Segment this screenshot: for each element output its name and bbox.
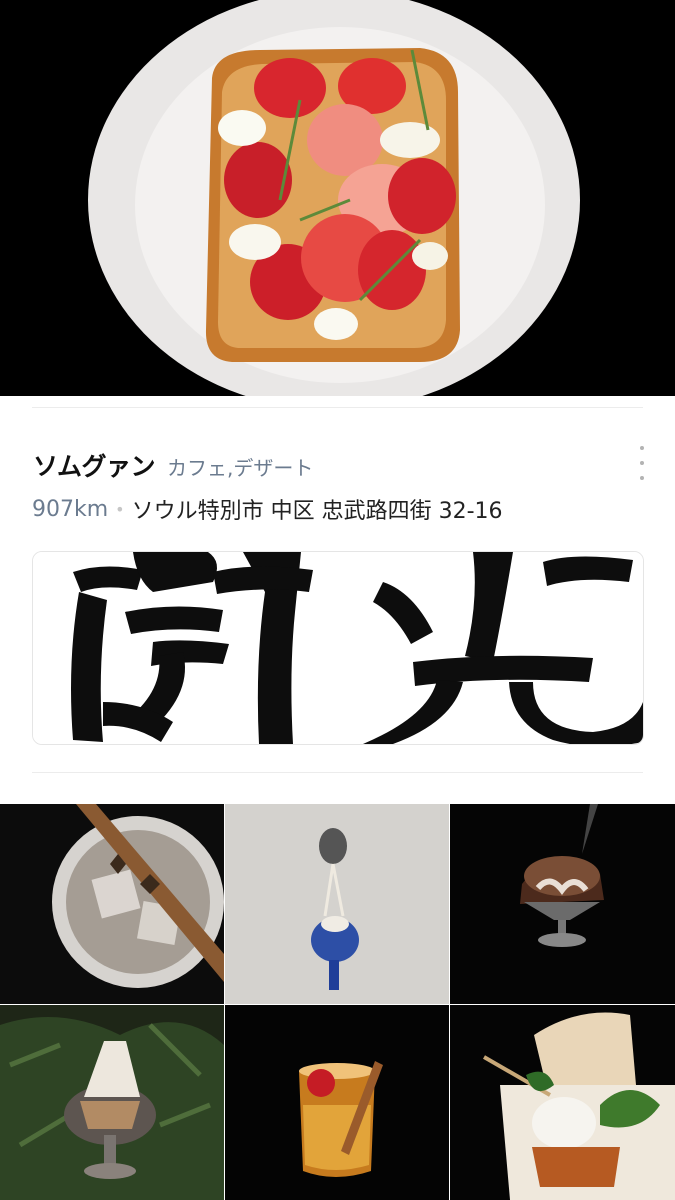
grid-photo-salad-box[interactable]	[450, 1005, 675, 1200]
calligraphy-logo-image	[33, 552, 643, 744]
place-category: カフェ,デザート	[167, 456, 314, 480]
separator	[32, 772, 643, 773]
photo-grid	[0, 804, 675, 1200]
logo-banner[interactable]	[32, 551, 644, 745]
hero-photo[interactable]	[0, 0, 675, 396]
salad-tortilla-box-image	[450, 1005, 675, 1200]
address-text[interactable]: ソウル特別市 中区 忠武路四街 32-16	[132, 493, 503, 525]
place-address-row: 907km • ソウル特別市 中区 忠武路四街 32-16	[32, 493, 503, 525]
place-title-row: ソムグァン カフェ,デザート	[33, 447, 313, 483]
grid-photo-iced-drink[interactable]	[0, 804, 224, 1004]
more-options-icon[interactable]	[630, 446, 654, 480]
iced-cinnamon-drink-image	[0, 804, 224, 1004]
grid-photo-chocolate-dessert[interactable]	[450, 804, 675, 1004]
separator-dot: •	[115, 499, 125, 519]
strawberry-toast-image	[0, 0, 675, 396]
hanging-pouch-charm-image	[225, 804, 449, 1004]
grid-photo-charm[interactable]	[225, 804, 449, 1004]
cocktail-glass-image	[225, 1005, 449, 1200]
grid-photo-christmas-dessert[interactable]	[0, 1005, 224, 1200]
distance-text: 907km	[32, 496, 109, 522]
grid-photo-cocktail[interactable]	[225, 1005, 449, 1200]
separator	[32, 407, 643, 408]
place-name[interactable]: ソムグァン	[33, 447, 156, 483]
chocolate-dessert-cup-image	[450, 804, 675, 1004]
christmas-tree-dessert-image	[0, 1005, 224, 1200]
